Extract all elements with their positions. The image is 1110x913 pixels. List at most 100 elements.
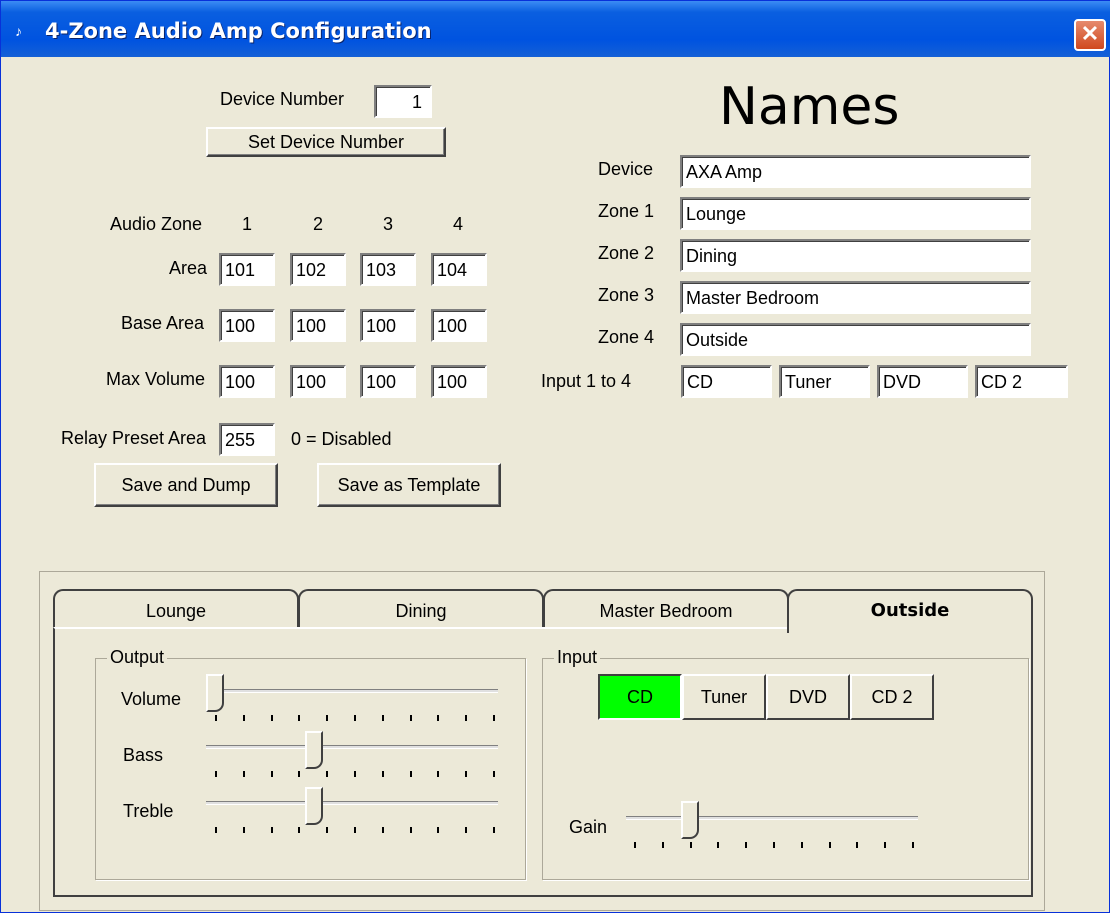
input-2-name-field[interactable]: Tuner [779,365,870,398]
gain-slider-track[interactable] [626,816,918,820]
slider-tick [856,842,859,848]
save-as-template-button[interactable]: Save as Template [317,463,501,507]
relay-disabled-note: 0 = Disabled [291,429,392,449]
tab-master-bedroom[interactable]: Master Bedroom [543,589,789,631]
input-dvd-button[interactable]: DVD [766,674,850,720]
slider-tick [800,842,803,848]
slider-tick [298,827,301,833]
slider-tick [270,827,273,833]
input-cd-button[interactable]: CD [598,674,682,720]
area-field-3[interactable]: 103 [360,253,416,286]
zone-3-name-label: Zone 3 [598,285,655,305]
slider-tick [354,715,356,721]
slider-tick [465,827,468,833]
area-field-1[interactable]: 101 [219,253,275,286]
base-area-field-3[interactable]: 100 [360,309,416,342]
slider-tick [409,771,412,777]
slider-tick [409,715,412,721]
slider-tick [381,771,384,777]
input-3-name-field[interactable]: DVD [877,365,968,398]
slider-tick [326,771,329,777]
zone-column-4: 4 [453,214,464,234]
zone-3-name-field[interactable]: Master Bedroom [680,281,1031,314]
window-title: 4-Zone Audio Amp Configuration [45,19,432,43]
slider-tick [493,771,495,777]
slider-tick [270,715,273,721]
area-label: Area [169,258,208,278]
slider-tick [326,827,329,833]
device-number-field[interactable]: 1 [374,85,432,118]
max-volume-field-3[interactable]: 100 [360,365,416,398]
zone-2-name-label: Zone 2 [598,243,655,263]
volume-slider-thumb[interactable] [206,674,224,712]
zone-1-name-field[interactable]: Lounge [680,197,1031,230]
bass-slider-ticks [215,771,495,777]
slider-tick [242,771,245,777]
tab-lounge[interactable]: Lounge [53,589,299,631]
max-volume-label: Max Volume [106,369,206,389]
max-volume-field-2[interactable]: 100 [290,365,346,398]
input-group-title: Input [554,647,601,668]
slider-tick [465,715,468,721]
area-field-4[interactable]: 104 [431,253,487,286]
bass-slider-track[interactable] [206,745,498,749]
device-name-field[interactable]: AXA Amp [680,155,1031,188]
slider-tick [270,771,273,777]
zone-column-2: 2 [313,214,324,234]
slider-tick [437,771,440,777]
tab-outside[interactable]: Outside [787,589,1033,633]
volume-slider-ticks [215,715,495,721]
audio-zone-label: Audio Zone [110,214,203,234]
max-volume-field-4[interactable]: 100 [431,365,487,398]
output-group-title: Output [107,647,168,668]
set-device-number-button[interactable]: Set Device Number [206,127,446,157]
relay-preset-field[interactable]: 255 [219,423,275,456]
slider-tick [437,827,440,833]
base-area-field-2[interactable]: 100 [290,309,346,342]
treble-slider-track[interactable] [206,801,498,805]
slider-tick [215,771,217,777]
slider-tick [354,827,356,833]
area-field-2[interactable]: 102 [290,253,346,286]
treble-label: Treble [123,801,174,821]
slider-tick [493,827,495,833]
slider-tick [242,827,245,833]
slider-tick [381,827,384,833]
input-1-name-field[interactable]: CD [681,365,772,398]
base-area-field-1[interactable]: 100 [219,309,275,342]
bass-slider-thumb[interactable] [304,731,323,769]
title-bar[interactable]: ♪ 4-Zone Audio Amp Configuration ✕ [1,1,1110,57]
treble-slider-thumb[interactable] [304,787,323,825]
slider-tick [409,827,412,833]
slider-tick [745,842,748,848]
names-heading: Names [719,77,900,137]
slider-tick [773,842,775,848]
slider-tick [689,842,692,848]
input-cd2-button[interactable]: CD 2 [850,674,934,720]
device-name-label: Device [598,159,654,179]
gain-slider-ticks [634,842,914,848]
volume-slider-track[interactable] [206,689,498,693]
zone-1-name-label: Zone 1 [598,201,655,221]
gain-slider-thumb[interactable] [680,801,699,839]
slider-tick [326,715,329,721]
zone-4-name-field[interactable]: Outside [680,323,1031,356]
app-window: ♪ 4-Zone Audio Amp Configuration ✕ Devic… [0,0,1110,913]
input-4-name-field[interactable]: CD 2 [975,365,1068,398]
close-button[interactable]: ✕ [1074,19,1106,51]
slider-tick [298,715,301,721]
base-area-label: Base Area [121,313,205,333]
device-number-label: Device Number [220,89,345,109]
zone-column-1: 1 [242,214,253,234]
input-names-label: Input 1 to 4 [541,371,632,391]
base-area-field-4[interactable]: 100 [431,309,487,342]
input-tuner-button[interactable]: Tuner [682,674,766,720]
slider-tick [381,715,384,721]
zone-2-name-field[interactable]: Dining [680,239,1031,272]
tab-dining[interactable]: Dining [298,589,544,631]
save-and-dump-button[interactable]: Save and Dump [94,463,278,507]
treble-slider-ticks [215,827,495,833]
slider-tick [661,842,664,848]
gain-label: Gain [569,817,608,837]
max-volume-field-1[interactable]: 100 [219,365,275,398]
